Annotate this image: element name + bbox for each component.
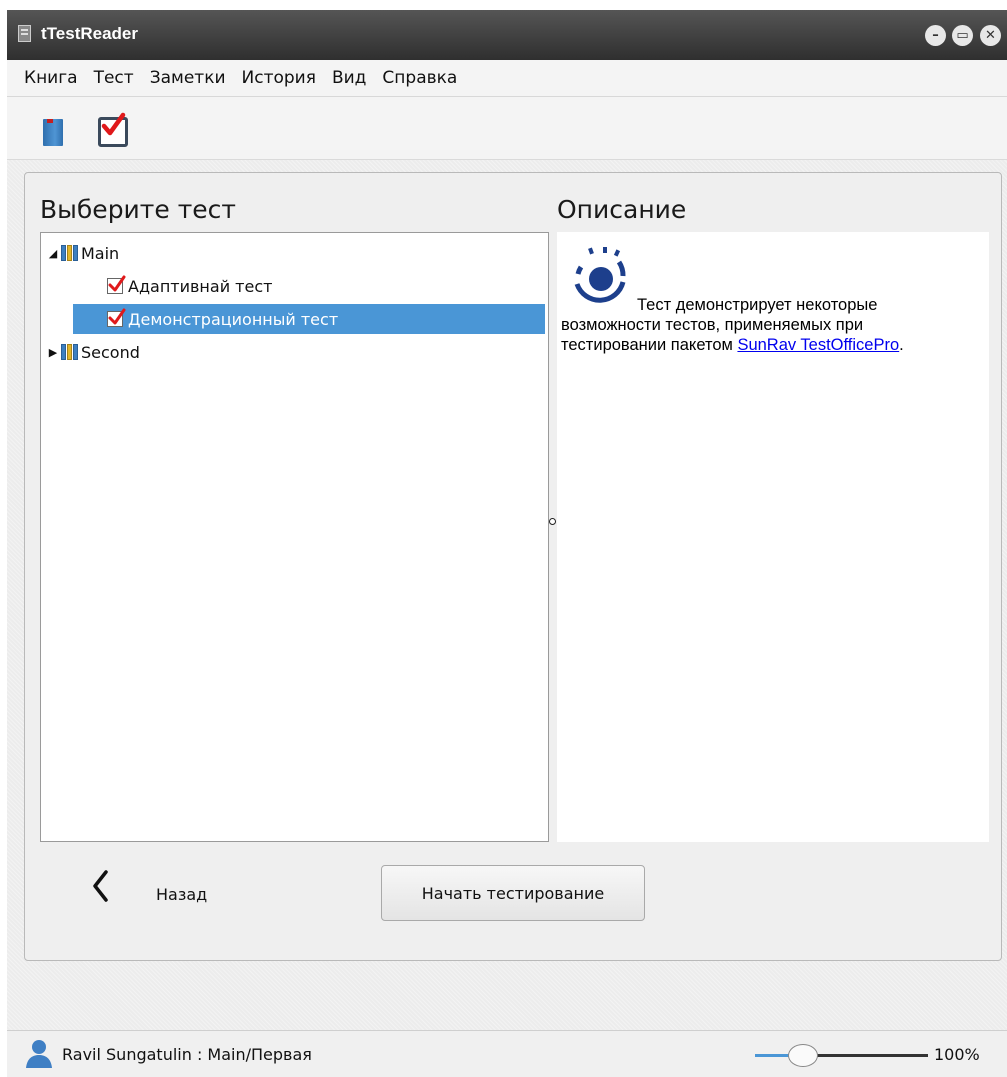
zoom-slider-thumb[interactable]	[787, 1044, 818, 1067]
test-checkbox-icon	[107, 308, 126, 327]
start-testing-button[interactable]: Начать тестирование	[381, 865, 645, 921]
collapsed-arrow-icon[interactable]: ▶	[45, 346, 61, 359]
expanded-arrow-icon[interactable]: ◢	[45, 247, 61, 260]
maximize-button[interactable]: ▭	[952, 25, 973, 46]
description-line-2: возможности тестов, применяемых при	[561, 316, 864, 334]
folder-icon	[61, 245, 78, 261]
test-selection-panel: Выберите тест Описание ◢ Main Адаптивнай…	[24, 172, 1002, 961]
folder-icon	[61, 344, 78, 360]
description-suffix: .	[899, 336, 904, 354]
checkbox-icon[interactable]	[98, 112, 128, 147]
menu-vid[interactable]: Вид	[330, 68, 368, 88]
tree-item-label: Адаптивнай тест	[128, 276, 273, 296]
zoom-slider-track[interactable]	[755, 1054, 928, 1057]
tree-item-second[interactable]: ▶ Second	[45, 337, 545, 367]
tree-item-label: Main	[81, 243, 120, 263]
description-heading: Описание	[557, 195, 687, 224]
zoom-level: 100%	[934, 1045, 980, 1064]
menu-istoriya[interactable]: История	[240, 68, 318, 88]
menu-test[interactable]: Тест	[92, 68, 136, 88]
tree-item-label: Демонстрационный тест	[128, 309, 339, 329]
window-title: tTestReader	[41, 24, 138, 43]
description-line-3: тестировании пакетом	[561, 336, 738, 354]
minimize-button[interactable]: –	[925, 25, 946, 46]
tree-item-adaptive-test[interactable]: Адаптивнай тест	[107, 271, 545, 301]
description-line-1: Тест демонстрирует некоторые	[637, 296, 878, 314]
toolbar	[7, 97, 1007, 160]
menu-spravka[interactable]: Справка	[380, 68, 459, 88]
menu-bar: Книга Тест Заметки История Вид Справка	[7, 60, 1007, 97]
test-tree[interactable]: ◢ Main Адаптивнай тест Демонстрационный …	[40, 232, 549, 842]
user-path-status: Ravil Sungatulin : Main/Первая	[62, 1045, 312, 1064]
splitter-handle[interactable]	[549, 518, 556, 525]
menu-zametki[interactable]: Заметки	[148, 68, 228, 88]
chevron-left-icon[interactable]	[88, 866, 118, 906]
title-bar: tTestReader – ▭ ✕	[7, 10, 1007, 60]
app-icon	[18, 25, 31, 42]
description-text: Тест демонстрирует некоторые возможности…	[561, 295, 981, 355]
menu-kniga[interactable]: Книга	[22, 68, 80, 88]
tree-item-main[interactable]: ◢ Main	[45, 238, 545, 268]
tree-item-demo-test[interactable]: Демонстрационный тест	[73, 304, 545, 334]
user-icon	[26, 1040, 52, 1068]
test-checkbox-icon	[107, 275, 126, 294]
close-button[interactable]: ✕	[980, 25, 1001, 46]
select-test-heading: Выберите тест	[40, 195, 236, 224]
back-button-label[interactable]: Назад	[156, 885, 207, 904]
sunrav-link[interactable]: SunRav TestOfficePro	[737, 336, 899, 354]
book-icon[interactable]	[43, 119, 63, 146]
app-window: tTestReader – ▭ ✕ Книга Тест Заметки Ист…	[7, 10, 1007, 1077]
description-pane: Тест демонстрирует некоторые возможности…	[557, 232, 989, 842]
tree-item-label: Second	[81, 342, 140, 362]
status-bar: Ravil Sungatulin : Main/Первая 100%	[7, 1030, 1007, 1077]
